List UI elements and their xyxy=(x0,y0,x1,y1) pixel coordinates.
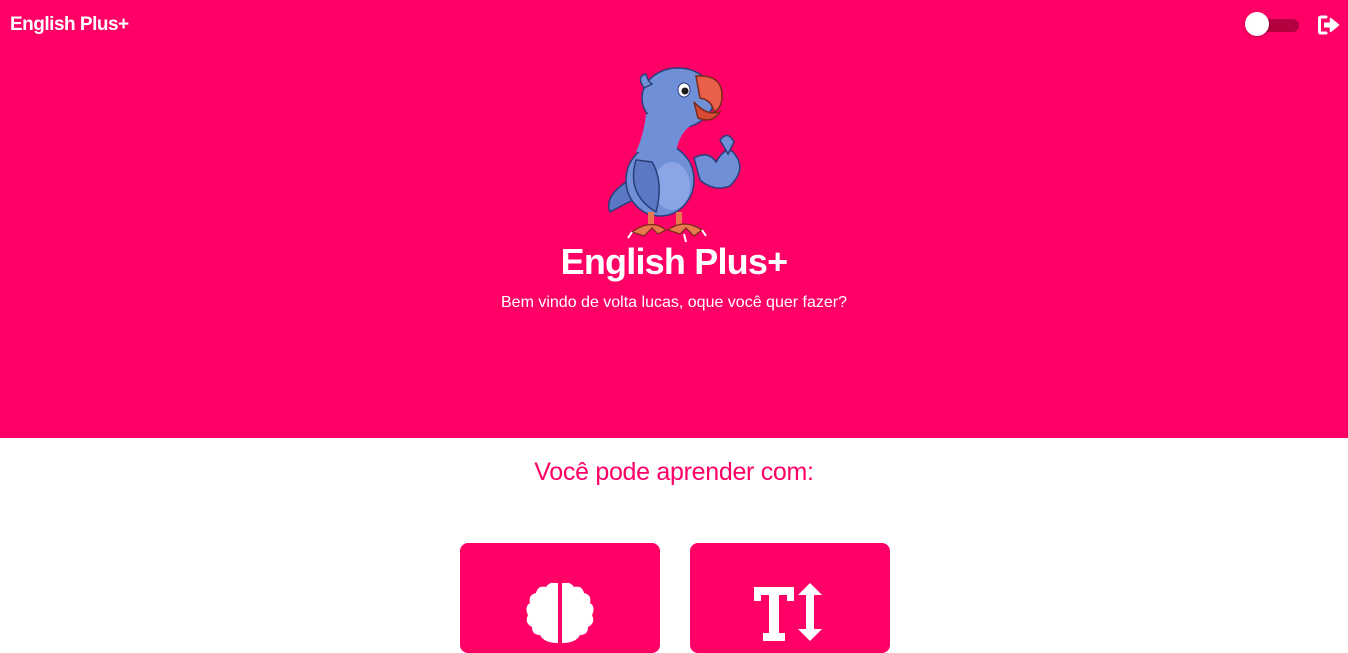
sign-out-icon xyxy=(1318,15,1340,35)
hero-subtitle: Bem vindo de volta lucas, oque você quer… xyxy=(501,294,847,311)
brain-icon xyxy=(526,583,594,643)
hero-title: English Plus+ xyxy=(560,241,788,282)
learn-card-memory[interactable] xyxy=(460,543,660,653)
section-title: Você pode aprender com: xyxy=(534,458,814,486)
brand-title[interactable]: English Plus+ xyxy=(10,14,129,36)
learn-card-text[interactable] xyxy=(690,543,890,653)
hero-banner: English Plus+ English Plus+ Bem vindo de… xyxy=(0,0,1348,438)
logout-button[interactable] xyxy=(1318,15,1340,35)
parrot-mascot xyxy=(596,62,752,244)
toggle-knob xyxy=(1245,12,1269,36)
theme-toggle[interactable] xyxy=(1245,12,1300,36)
text-height-icon xyxy=(754,583,822,641)
